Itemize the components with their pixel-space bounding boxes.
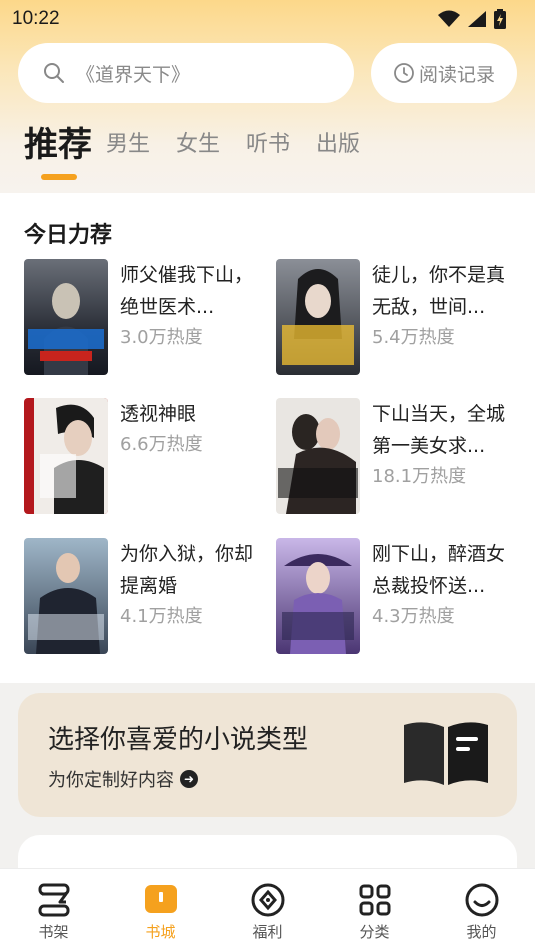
bottom-navigation: 书架 书城 福利 分类 我的 <box>0 868 535 951</box>
nav-bookshelf[interactable]: 书架 <box>0 869 107 951</box>
book-icon <box>404 722 488 785</box>
book-item[interactable]: 刚下山，醉酒女总裁投怀送... 4.3万热度 <box>276 538 521 654</box>
search-input[interactable]: 《道界天下》 <box>18 43 354 103</box>
tab-label: 推荐 <box>24 125 92 165</box>
book-cover <box>24 259 108 375</box>
book-cover <box>24 398 108 514</box>
status-bar: 10:22 <box>0 0 535 38</box>
tab-recommend[interactable]: 推荐 <box>24 125 92 180</box>
book-item[interactable]: 透视神眼 6.6万热度 <box>24 398 269 514</box>
book-item[interactable]: 为你入狱，你却提离婚 4.1万热度 <box>24 538 269 654</box>
book-title: 徒儿，你不是真无敌，世间... <box>372 264 506 318</box>
nav-label: 福利 <box>252 923 283 941</box>
wifi-icon <box>438 10 460 27</box>
clock-icon <box>394 63 414 83</box>
nav-profile[interactable]: 我的 <box>428 869 535 951</box>
nav-bookstore[interactable]: 书城 <box>107 869 214 951</box>
book-heat: 18.1万热度 <box>372 466 467 487</box>
signal-icon <box>468 11 486 27</box>
banner-subtitle: 为你定制好内容 ➜ <box>48 766 198 792</box>
arrow-right-icon: ➜ <box>180 770 198 788</box>
nav-label: 我的 <box>466 923 497 941</box>
search-placeholder: 《道界天下》 <box>76 63 191 86</box>
search-icon <box>44 63 64 83</box>
banner-title: 选择你喜爱的小说类型 <box>48 725 309 755</box>
book-item[interactable]: 徒儿，你不是真无敌，世间... 5.4万热度 <box>276 259 521 375</box>
section-title: 今日力荐 <box>24 223 113 248</box>
tab-female[interactable]: 女生 <box>176 125 220 165</box>
book-title: 刚下山，醉酒女总裁投怀送... <box>372 543 506 597</box>
book-title: 下山当天，全城第一美女求... <box>372 403 506 457</box>
tab-male[interactable]: 男生 <box>106 125 150 165</box>
book-cover <box>276 538 360 654</box>
book-item[interactable]: 师父催我下山，绝世医术... 3.0万热度 <box>24 259 269 375</box>
book-heat: 3.0万热度 <box>120 327 203 348</box>
book-cover <box>24 538 108 654</box>
welfare-icon <box>251 883 284 917</box>
nav-welfare[interactable]: 福利 <box>214 869 321 951</box>
tab-active-indicator <box>41 174 77 180</box>
tab-audiobook[interactable]: 听书 <box>246 125 290 165</box>
nav-label: 书城 <box>145 923 176 941</box>
book-cover <box>276 259 360 375</box>
status-time: 10:22 <box>12 8 60 29</box>
book-title: 透视神眼 <box>120 403 197 425</box>
nav-label: 书架 <box>38 923 69 941</box>
battery-icon <box>494 9 506 29</box>
tab-publish[interactable]: 出版 <box>316 125 360 165</box>
banner-subtitle-text: 为你定制好内容 <box>48 770 174 791</box>
nav-category[interactable]: 分类 <box>321 869 428 951</box>
book-cover <box>276 398 360 514</box>
nav-label: 分类 <box>359 923 390 941</box>
book-heat: 6.6万热度 <box>120 434 203 455</box>
genre-preference-banner[interactable]: 选择你喜爱的小说类型 为你定制好内容 ➜ <box>18 693 517 817</box>
bookstore-icon <box>144 885 177 913</box>
profile-icon <box>465 883 498 917</box>
category-tabs: 推荐 男生 女生 听书 出版 <box>24 125 386 180</box>
category-icon <box>359 884 390 916</box>
reading-history-button[interactable]: 阅读记录 <box>371 43 517 103</box>
book-heat: 5.4万热度 <box>372 327 455 348</box>
book-heat: 4.1万热度 <box>120 606 203 627</box>
bookshelf-icon <box>38 883 69 917</box>
book-item[interactable]: 下山当天，全城第一美女求... 18.1万热度 <box>276 398 521 514</box>
book-title: 为你入狱，你却提离婚 <box>120 543 254 597</box>
book-title: 师父催我下山，绝世医术... <box>120 264 254 318</box>
reading-history-label: 阅读记录 <box>418 63 495 86</box>
book-heat: 4.3万热度 <box>372 606 455 627</box>
status-icons <box>437 9 507 29</box>
